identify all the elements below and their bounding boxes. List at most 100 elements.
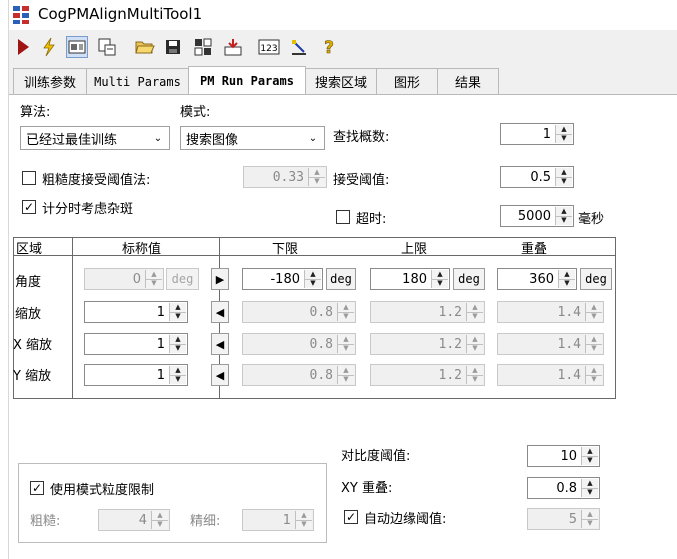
spin-up-icon[interactable]: ▲ bbox=[309, 168, 325, 178]
spin-down-icon[interactable]: ▼ bbox=[556, 216, 572, 225]
spin-down-icon[interactable]: ▼ bbox=[467, 375, 483, 384]
tab-results[interactable]: 结果 bbox=[437, 68, 499, 94]
y-scale-nominal-spinner[interactable]: 1 ▲ ▼ bbox=[84, 364, 188, 386]
spin-up-icon[interactable]: ▲ bbox=[556, 207, 572, 217]
angle-overlap-spinner[interactable]: 360 ▲ ▼ bbox=[497, 268, 577, 290]
angle-low-unit-button[interactable]: deg bbox=[326, 268, 356, 290]
angle-nominal-unit-button[interactable]: deg bbox=[166, 268, 199, 290]
angle-low-spinner[interactable]: -180 ▲ ▼ bbox=[242, 268, 323, 290]
auto-edge-spinner[interactable]: 5 ▲ ▼ bbox=[527, 508, 600, 530]
spin-down-icon[interactable]: ▼ bbox=[146, 279, 162, 288]
spin-up-icon[interactable]: ▲ bbox=[559, 270, 575, 280]
open-folder-icon[interactable] bbox=[134, 36, 156, 58]
spin-up-icon[interactable]: ▲ bbox=[432, 270, 448, 280]
scale-high-spinner[interactable]: 1.2 ▲ ▼ bbox=[370, 301, 485, 323]
x-scale-arrow-button[interactable]: ◀ bbox=[211, 333, 229, 355]
x-scale-nominal-spinner[interactable]: 1 ▲ ▼ bbox=[84, 333, 188, 355]
spin-up-icon[interactable]: ▲ bbox=[586, 366, 602, 376]
coarse-threshold-spinner[interactable]: 0.33 ▲ ▼ bbox=[243, 166, 327, 188]
spin-up-icon[interactable]: ▲ bbox=[170, 303, 186, 313]
spin-up-icon[interactable]: ▲ bbox=[467, 366, 483, 376]
numeric-icon[interactable]: 123 bbox=[258, 36, 280, 58]
mode-select[interactable]: 搜索图像 ⌄ bbox=[180, 126, 325, 150]
image-view-icon[interactable] bbox=[66, 36, 88, 58]
help-icon[interactable]: ? bbox=[318, 36, 340, 58]
spin-up-icon[interactable]: ▲ bbox=[556, 168, 572, 178]
angle-nominal-spinner[interactable]: 0 ▲ ▼ bbox=[84, 268, 164, 290]
spin-down-icon[interactable]: ▼ bbox=[582, 456, 598, 465]
spin-down-icon[interactable]: ▼ bbox=[170, 375, 186, 384]
tab-pm-run-params[interactable]: PM Run Params bbox=[188, 66, 306, 94]
clutter-checkbox[interactable]: ✓ bbox=[22, 200, 36, 214]
spin-down-icon[interactable]: ▼ bbox=[582, 519, 598, 528]
y-scale-high-spinner[interactable]: 1.2 ▲ ▼ bbox=[370, 364, 485, 386]
spin-up-icon[interactable]: ▲ bbox=[582, 479, 598, 489]
spin-down-icon[interactable]: ▼ bbox=[338, 344, 354, 353]
y-scale-low-spinner[interactable]: 0.8 ▲ ▼ bbox=[242, 364, 356, 386]
scale-nominal-spinner[interactable]: 1 ▲ ▼ bbox=[84, 301, 188, 323]
spin-up-icon[interactable]: ▲ bbox=[586, 303, 602, 313]
xy-overlap-spinner[interactable]: 0.8 ▲ ▼ bbox=[527, 477, 600, 499]
y-scale-overlap-spinner[interactable]: 1.4 ▲ ▼ bbox=[497, 364, 604, 386]
run-icon[interactable] bbox=[12, 36, 34, 58]
spin-down-icon[interactable]: ▼ bbox=[309, 177, 325, 186]
tab-graphics[interactable]: 图形 bbox=[376, 68, 438, 94]
x-scale-overlap-spinner[interactable]: 1.4 ▲ ▼ bbox=[497, 333, 604, 355]
coarse-granularity-spinner[interactable]: 4 ▲ ▼ bbox=[98, 509, 170, 531]
import-icon[interactable] bbox=[222, 36, 244, 58]
granularity-checkbox[interactable]: ✓ bbox=[30, 481, 44, 495]
spin-up-icon[interactable]: ▲ bbox=[338, 303, 354, 313]
fine-granularity-spinner[interactable]: 1 ▲ ▼ bbox=[242, 509, 314, 531]
spin-down-icon[interactable]: ▼ bbox=[467, 312, 483, 321]
spin-down-icon[interactable]: ▼ bbox=[586, 344, 602, 353]
y-scale-arrow-button[interactable]: ◀ bbox=[211, 364, 229, 386]
spin-up-icon[interactable]: ▲ bbox=[467, 335, 483, 345]
spin-down-icon[interactable]: ▼ bbox=[305, 279, 321, 288]
spin-up-icon[interactable]: ▲ bbox=[152, 511, 168, 521]
spin-down-icon[interactable]: ▼ bbox=[296, 520, 312, 529]
spin-down-icon[interactable]: ▼ bbox=[170, 312, 186, 321]
spin-up-icon[interactable]: ▲ bbox=[305, 270, 321, 280]
x-scale-low-spinner[interactable]: 0.8 ▲ ▼ bbox=[242, 333, 356, 355]
spin-down-icon[interactable]: ▼ bbox=[170, 344, 186, 353]
spin-up-icon[interactable]: ▲ bbox=[296, 511, 312, 521]
spin-down-icon[interactable]: ▼ bbox=[432, 279, 448, 288]
spin-down-icon[interactable]: ▼ bbox=[559, 279, 575, 288]
tab-multi-params[interactable]: Multi Params bbox=[86, 68, 189, 94]
spin-down-icon[interactable]: ▼ bbox=[556, 134, 572, 143]
spin-down-icon[interactable]: ▼ bbox=[152, 520, 168, 529]
spin-up-icon[interactable]: ▲ bbox=[582, 510, 598, 520]
contrast-threshold-spinner[interactable]: 10 ▲ ▼ bbox=[527, 445, 600, 467]
spin-up-icon[interactable]: ▲ bbox=[467, 303, 483, 313]
tab-train-params[interactable]: 训练参数 bbox=[13, 68, 87, 94]
scale-overlap-spinner[interactable]: 1.4 ▲ ▼ bbox=[497, 301, 604, 323]
ruler-icon[interactable] bbox=[288, 36, 310, 58]
spin-down-icon[interactable]: ▼ bbox=[586, 375, 602, 384]
spin-down-icon[interactable]: ▼ bbox=[467, 344, 483, 353]
spin-up-icon[interactable]: ▲ bbox=[582, 447, 598, 457]
timeout-spinner[interactable]: 5000 ▲ ▼ bbox=[500, 205, 574, 227]
angle-arrow-button[interactable]: ▶ bbox=[211, 268, 229, 290]
scale-arrow-button[interactable]: ◀ bbox=[211, 301, 229, 323]
x-scale-high-spinner[interactable]: 1.2 ▲ ▼ bbox=[370, 333, 485, 355]
spin-up-icon[interactable]: ▲ bbox=[146, 270, 162, 280]
spin-down-icon[interactable]: ▼ bbox=[338, 312, 354, 321]
angle-high-unit-button[interactable]: deg bbox=[453, 268, 485, 290]
spin-down-icon[interactable]: ▼ bbox=[586, 312, 602, 321]
spin-up-icon[interactable]: ▲ bbox=[556, 125, 572, 135]
spin-up-icon[interactable]: ▲ bbox=[170, 366, 186, 376]
layout-icon[interactable] bbox=[96, 36, 118, 58]
grid-icon[interactable] bbox=[192, 36, 214, 58]
auto-edge-checkbox[interactable]: ✓ bbox=[344, 510, 358, 524]
spin-down-icon[interactable]: ▼ bbox=[338, 375, 354, 384]
spin-down-icon[interactable]: ▼ bbox=[582, 488, 598, 497]
algorithm-select[interactable]: 已经过最佳训练 ⌄ bbox=[20, 126, 170, 150]
electric-icon[interactable] bbox=[38, 36, 60, 58]
spin-up-icon[interactable]: ▲ bbox=[586, 335, 602, 345]
scale-low-spinner[interactable]: 0.8 ▲ ▼ bbox=[242, 301, 356, 323]
spin-up-icon[interactable]: ▲ bbox=[170, 335, 186, 345]
save-icon[interactable] bbox=[162, 36, 184, 58]
spin-up-icon[interactable]: ▲ bbox=[338, 366, 354, 376]
accept-threshold-spinner[interactable]: 0.5 ▲ ▼ bbox=[500, 166, 574, 188]
coarse-threshold-checkbox[interactable] bbox=[22, 171, 36, 185]
